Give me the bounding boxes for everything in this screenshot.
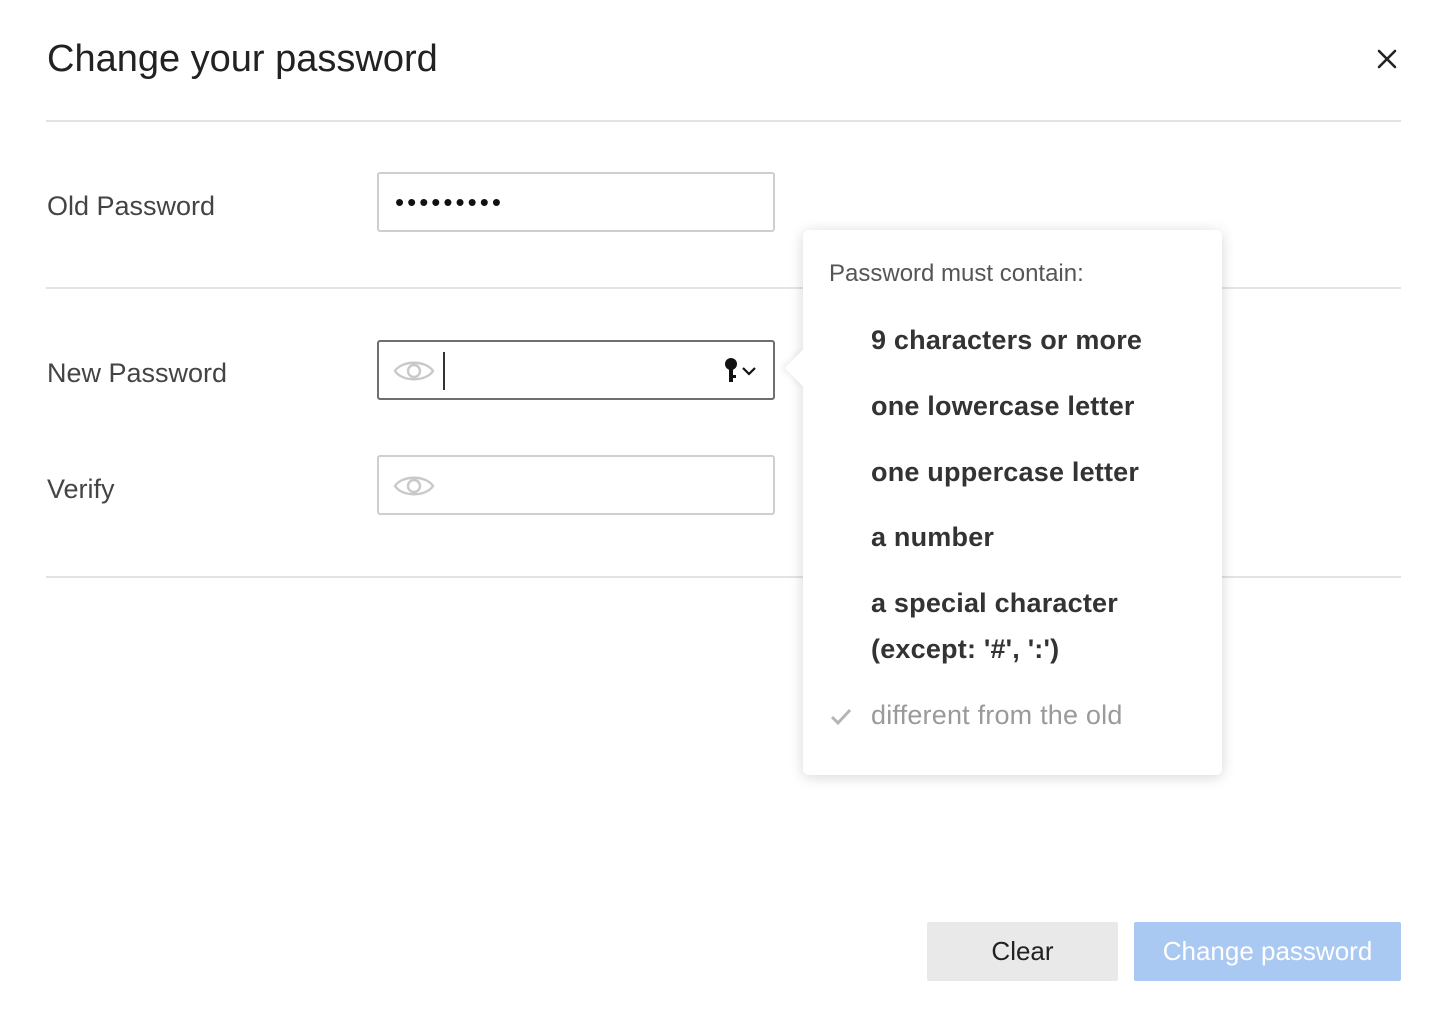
requirement-length: 9 characters or more bbox=[871, 325, 1143, 355]
requirement-number: a number bbox=[871, 522, 995, 552]
verify-field[interactable] bbox=[377, 455, 775, 515]
text-caret bbox=[443, 352, 445, 390]
key-icon bbox=[725, 358, 737, 382]
requirement-special: a special character bbox=[871, 588, 1118, 618]
requirements-heading: Password must contain: bbox=[829, 260, 1084, 287]
eye-icon[interactable] bbox=[393, 356, 435, 386]
tooltip-body: Password must contain: 9 characters or m… bbox=[803, 230, 1222, 775]
old-password-field[interactable]: ••••••••• bbox=[377, 172, 775, 232]
dialog-title: Change your password bbox=[47, 38, 438, 80]
change-password-dialog: Change your password Old Password ••••••… bbox=[0, 0, 1446, 1030]
clear-button[interactable]: Clear bbox=[927, 922, 1118, 981]
close-button[interactable] bbox=[1368, 40, 1406, 78]
requirement-lowercase: one lowercase letter bbox=[871, 391, 1135, 421]
verify-label: Verify bbox=[47, 474, 115, 504]
chevron-down-icon bbox=[742, 367, 756, 376]
change-password-button[interactable]: Change password bbox=[1134, 922, 1401, 981]
old-password-label: Old Password bbox=[47, 191, 216, 221]
password-requirements-tooltip: Password must contain: 9 characters or m… bbox=[784, 230, 1222, 775]
password-manager-dropdown[interactable] bbox=[721, 356, 761, 386]
close-icon bbox=[1377, 49, 1397, 69]
requirement-special-exceptions: (except: '#', ':') bbox=[871, 634, 1060, 664]
header-divider bbox=[46, 120, 1401, 122]
new-password-label: New Password bbox=[47, 358, 228, 388]
eye-icon[interactable] bbox=[393, 471, 435, 501]
new-password-field[interactable] bbox=[377, 340, 775, 400]
requirement-different: different from the old bbox=[871, 700, 1123, 730]
requirement-uppercase: one uppercase letter bbox=[871, 457, 1140, 487]
check-icon bbox=[830, 708, 852, 726]
old-password-value: ••••••••• bbox=[395, 187, 504, 217]
